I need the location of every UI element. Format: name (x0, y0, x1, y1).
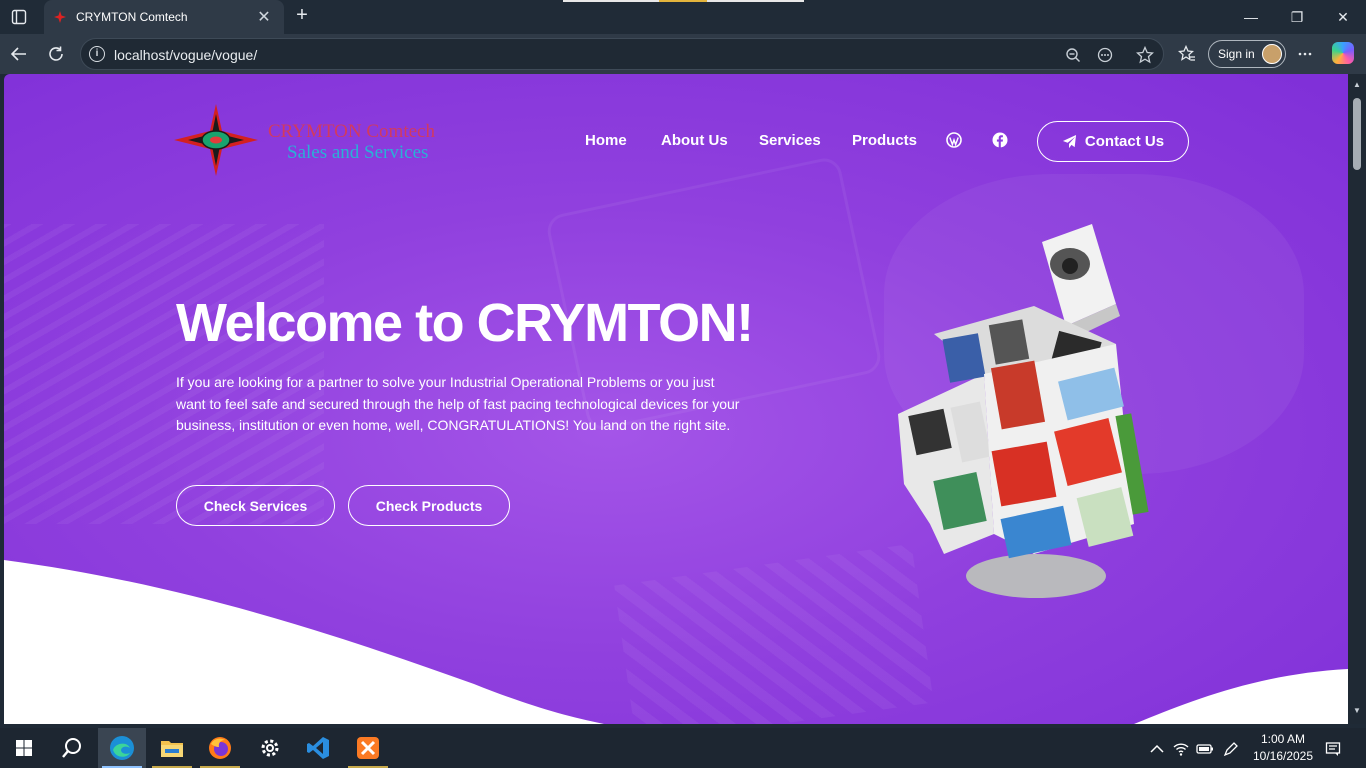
contact-us-button[interactable]: Contact Us (1037, 121, 1189, 162)
check-services-button[interactable]: Check Services (176, 485, 335, 526)
browser-tab-bar: CRYMTON Comtech ✕ + — ❐ ✕ (0, 0, 1366, 34)
site-logo[interactable]: CRYMTON Comtech Sales and Services (174, 104, 474, 176)
clock-time: 1:00 AM (1260, 732, 1306, 746)
close-window-button[interactable]: ✕ (1320, 0, 1366, 34)
logo-tagline: Sales and Services (287, 142, 429, 163)
zoom-out-icon[interactable] (1063, 45, 1083, 65)
favorite-star-icon[interactable] (1135, 45, 1155, 65)
copilot-icon[interactable] (1332, 42, 1354, 64)
address-bar[interactable]: i localhost/vogue/vogue/ (80, 38, 1164, 70)
page-scrollbar[interactable]: ▲ ▼ (1348, 74, 1366, 724)
scrollbar-thumb[interactable] (1353, 98, 1361, 170)
refresh-icon[interactable] (43, 42, 69, 66)
start-icon[interactable] (0, 728, 48, 768)
wifi-icon[interactable] (1172, 740, 1190, 758)
windows-taskbar: 1:00 AM 10/16/2025 (0, 728, 1366, 768)
wordpress-icon[interactable] (946, 132, 962, 148)
battery-icon[interactable] (1196, 740, 1214, 758)
sign-in-label: Sign in (1218, 47, 1255, 61)
search-icon[interactable] (48, 728, 96, 768)
top-strip-decoration (563, 0, 804, 2)
vscode-icon[interactable] (294, 728, 342, 768)
hero-title: Welcome to CRYMTON! (176, 293, 754, 353)
site-info-icon[interactable]: i (89, 46, 105, 62)
browser-toolbar: i localhost/vogue/vogue/ Sign in (0, 34, 1366, 74)
web-page: CRYMTON Comtech Sales and Services Home … (4, 74, 1348, 724)
avatar (1262, 44, 1282, 64)
edge-icon[interactable] (98, 728, 146, 768)
url-text: localhost/vogue/vogue/ (114, 47, 258, 63)
facebook-icon[interactable] (992, 132, 1008, 148)
nav-services[interactable]: Services (759, 132, 821, 149)
restore-button[interactable]: ❐ (1274, 0, 1320, 34)
scroll-down-icon[interactable]: ▼ (1352, 706, 1362, 716)
hero-wave-divider (4, 560, 1348, 724)
check-products-button[interactable]: Check Products (348, 485, 510, 526)
nav-about-us[interactable]: About Us (661, 132, 728, 149)
firefox-icon[interactable] (196, 728, 244, 768)
favorites-icon[interactable] (1176, 43, 1198, 65)
tab-close-icon[interactable]: ✕ (254, 7, 274, 27)
xampp-icon[interactable] (344, 728, 392, 768)
minimize-button[interactable]: — (1228, 0, 1274, 34)
scroll-up-icon[interactable]: ▲ (1352, 80, 1362, 90)
browser-tab-active[interactable]: CRYMTON Comtech ✕ (44, 0, 284, 34)
back-icon[interactable] (6, 42, 32, 66)
file-explorer-icon[interactable] (148, 728, 196, 768)
logo-star-icon (174, 104, 258, 176)
more-page-icon[interactable] (1095, 45, 1115, 65)
tab-actions-icon[interactable] (8, 7, 30, 27)
new-tab-button[interactable]: + (290, 4, 314, 28)
system-clock[interactable]: 1:00 AM 10/16/2025 (1246, 731, 1320, 765)
hero-description: If you are looking for a partner to solv… (176, 374, 740, 433)
site-favicon-icon (54, 11, 66, 23)
sign-in-button[interactable]: Sign in (1208, 40, 1286, 68)
nav-home[interactable]: Home (585, 132, 627, 149)
paper-plane-icon (1062, 134, 1076, 149)
nav-products[interactable]: Products (852, 132, 917, 149)
notifications-icon[interactable] (1324, 740, 1342, 758)
chevron-up-icon[interactable] (1148, 740, 1166, 758)
tab-title: CRYMTON Comtech (76, 10, 188, 24)
pen-icon[interactable] (1222, 740, 1240, 758)
settings-more-icon[interactable] (1294, 43, 1316, 65)
settings-icon[interactable] (246, 728, 294, 768)
clock-date: 10/16/2025 (1252, 749, 1314, 763)
contact-us-label: Contact Us (1084, 133, 1165, 150)
logo-name: CRYMTON Comtech (268, 121, 435, 142)
